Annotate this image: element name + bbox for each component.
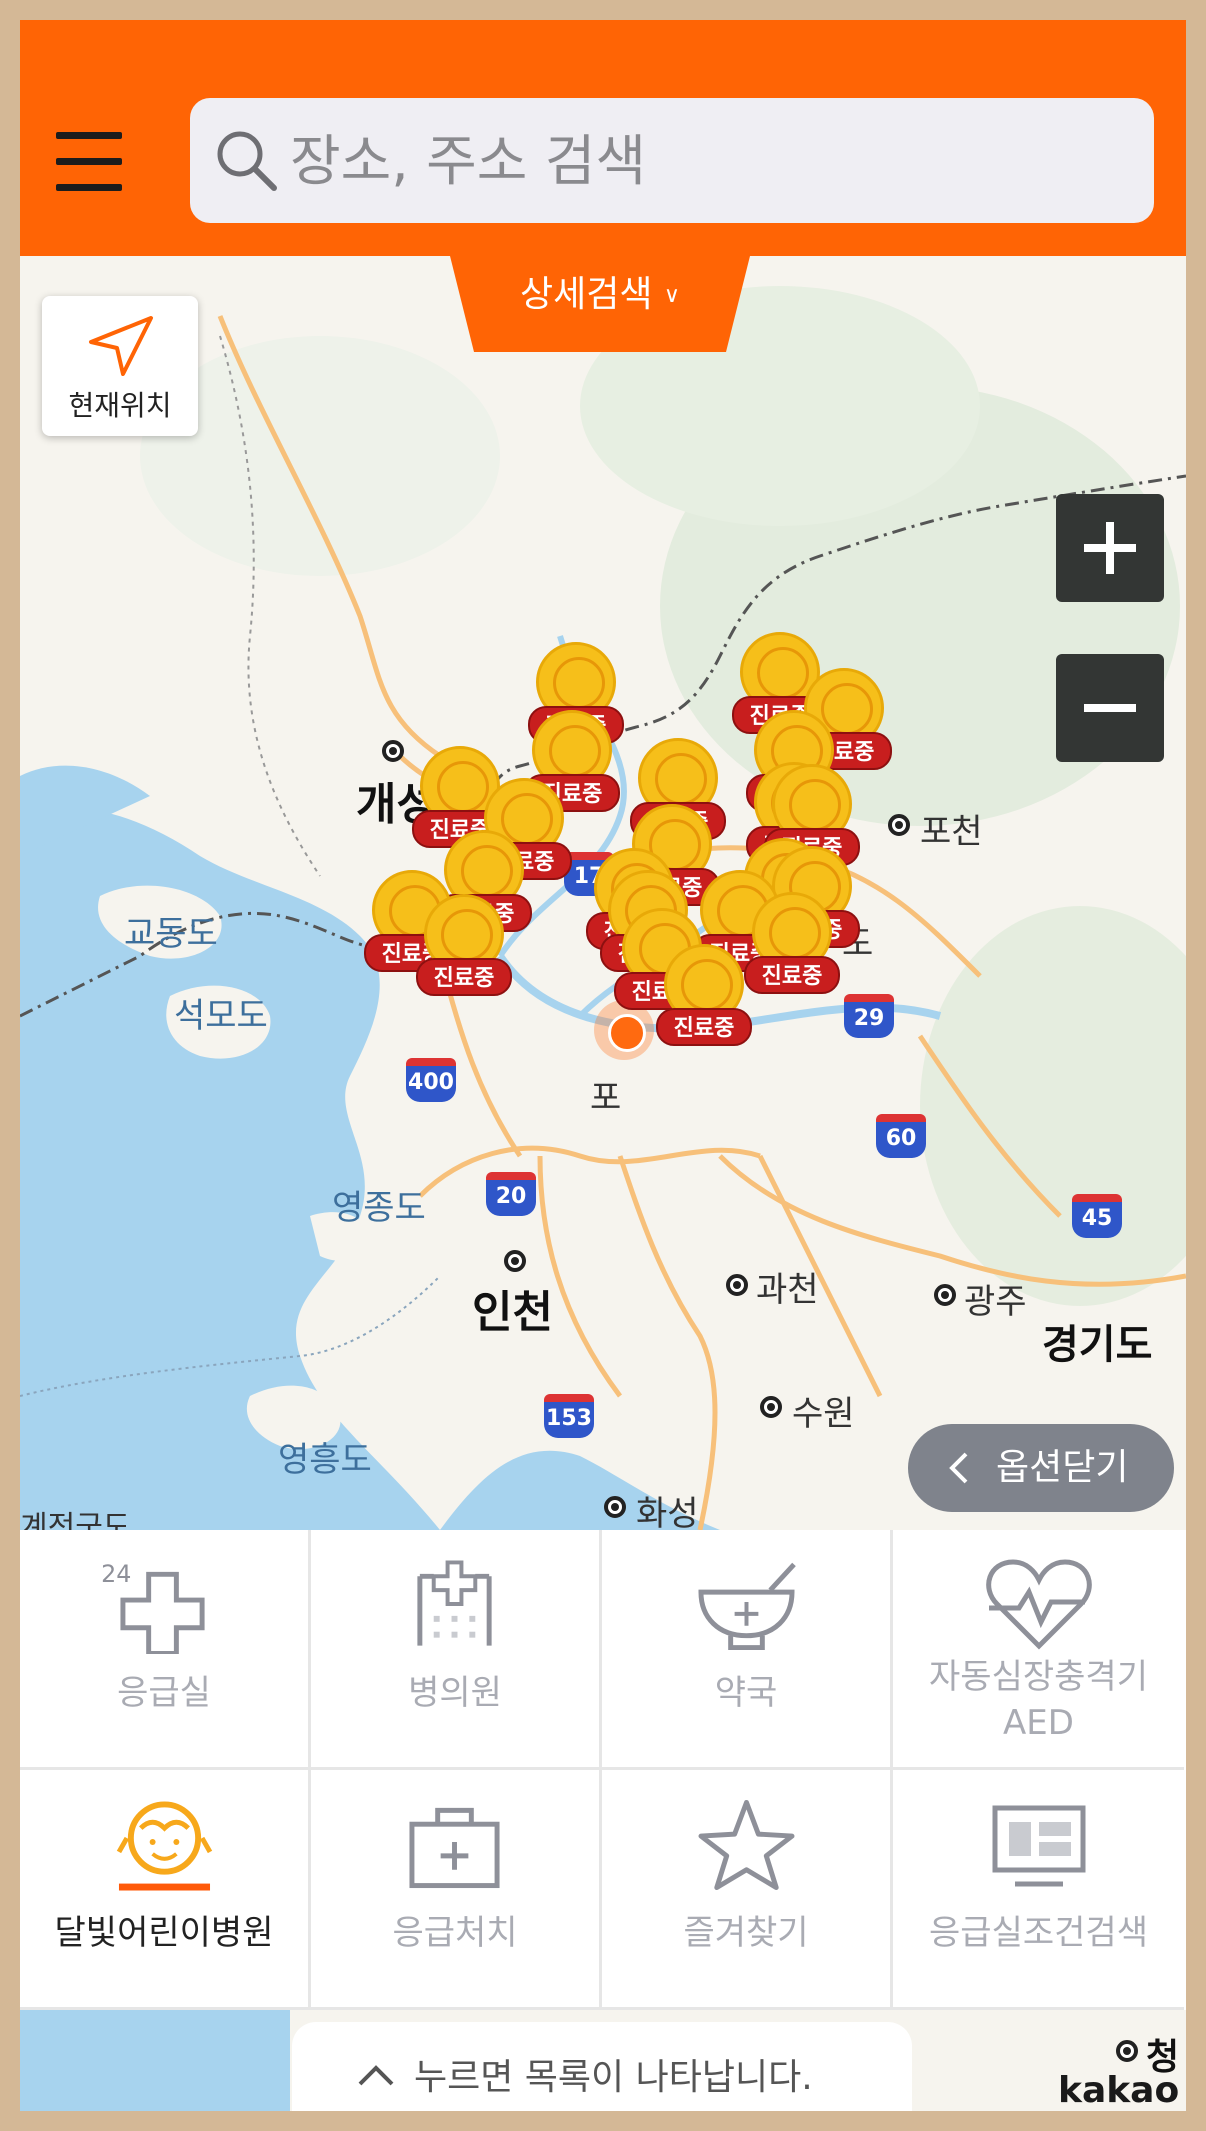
menu-item-aed[interactable]: 자동심장충격기 AED	[893, 1530, 1184, 1770]
map-label-suwon: 수원	[792, 1394, 855, 1434]
monitor-icon	[992, 1805, 1086, 1887]
navigation-arrow-icon	[89, 316, 153, 376]
svg-text:24: 24	[101, 1560, 131, 1588]
options-close-button[interactable]: 옵션닫기	[908, 1424, 1174, 1512]
zoom-out-button[interactable]	[1056, 654, 1164, 762]
chevron-up-icon	[358, 2065, 394, 2086]
city-dot	[934, 1284, 956, 1306]
header	[20, 20, 1186, 256]
menu-item-emergency-room[interactable]: 24 응급실	[20, 1530, 311, 1770]
moonlight-hospital-marker[interactable]: 진료중	[656, 944, 752, 1064]
city-dot	[604, 1496, 626, 1518]
marker-status-tag: 진료중	[744, 956, 840, 994]
menu-item-label: 자동심장충격기 AED	[929, 1657, 1148, 1743]
chevron-down-icon: ∨	[663, 283, 681, 308]
menu-item-favorites[interactable]: 즐겨찾기	[602, 1770, 893, 2010]
menu-item-label: 약국	[714, 1673, 778, 1713]
heart-pulse-icon	[986, 1559, 1092, 1650]
moonlight-child-icon	[116, 1801, 213, 1891]
route-shield: 153	[544, 1394, 594, 1438]
city-dot	[382, 740, 404, 762]
current-location-button[interactable]: 현재위치	[42, 296, 198, 436]
options-close-label: 옵션닫기	[996, 1447, 1129, 1488]
map-label-incheon: 인천	[472, 1287, 553, 1338]
pharmacy-icon	[698, 1562, 796, 1651]
route-shield: 45	[1072, 1194, 1122, 1238]
menu-item-hospital[interactable]: 병의원	[311, 1530, 602, 1770]
map-label-partial: 계전군도	[20, 1510, 131, 1530]
plus-icon	[1084, 522, 1136, 574]
menu-item-label: 응급실	[117, 1673, 211, 1713]
map-label-gwacheon: 과천	[756, 1270, 819, 1310]
category-menu: 24 응급실 병의원 약국 자동심장충격기 AED 달빛어린이병원 응급처치 즐…	[20, 1530, 1186, 2010]
zoom-in-button[interactable]	[1056, 494, 1164, 602]
marker-status-tag: 진료중	[416, 958, 512, 996]
menu-item-label: 달빛어린이병원	[54, 1913, 274, 1953]
map-label-seokmodo: 석모도	[174, 996, 268, 1036]
search-bar[interactable]	[190, 98, 1154, 223]
city-dot	[726, 1274, 748, 1296]
moonlight-hospital-marker[interactable]: 진료중	[744, 892, 840, 1012]
menu-item-label: 응급처치	[392, 1913, 518, 1953]
map-label-yeongjongdo: 영종도	[332, 1188, 426, 1228]
map-label-gwangju: 광주	[964, 1282, 1027, 1322]
menu-item-label: 즐겨찾기	[683, 1913, 809, 1953]
city-dot	[504, 1250, 526, 1272]
hospital-icon	[417, 1560, 492, 1646]
route-shield: 60	[876, 1114, 926, 1158]
current-location-label: 현재위치	[68, 389, 172, 422]
detail-search-label: 상세검색	[519, 274, 653, 315]
map-label-gimpo: 포	[590, 1078, 622, 1118]
route-shield: 400	[406, 1058, 456, 1102]
map-label-hwaseong: 화성	[636, 1494, 699, 1530]
menu-item-first-aid[interactable]: 응급처치	[311, 1770, 602, 2010]
marker-status-tag: 진료중	[656, 1008, 752, 1046]
hamburger-icon[interactable]	[56, 132, 126, 192]
city-dot	[760, 1396, 782, 1418]
map[interactable]: 개성 포천 교동도 석모도 인천 과천 광주 경기도 수원 영흥도 화성 영종도…	[20, 256, 1186, 1530]
menu-item-er-condition-search[interactable]: 응급실조건검색	[893, 1770, 1184, 2010]
route-shield: 20	[486, 1172, 536, 1216]
menu-item-label: 응급실조건검색	[929, 1913, 1148, 1953]
kakao-logo: kakao	[1058, 2070, 1180, 2111]
emergency-24-cross-icon: 24	[101, 1560, 205, 1654]
star-icon	[698, 1799, 795, 1891]
city-dot	[1116, 2040, 1138, 2062]
map-label-yeongheungdo: 영흥도	[278, 1440, 372, 1480]
route-shield: 29	[844, 994, 894, 1038]
map-label-pocheon: 포천	[920, 812, 983, 852]
menu-item-pharmacy[interactable]: 약국	[602, 1530, 893, 1770]
app: 개성 포천 교동도 석모도 인천 과천 광주 경기도 수원 영흥도 화성 영종도…	[20, 20, 1186, 2111]
map-label-gyeonggido: 경기도	[1042, 1322, 1153, 1368]
map-label-gyodongdo: 교동도	[124, 914, 218, 954]
chevron-left-icon	[949, 1452, 968, 1484]
search-input[interactable]	[290, 118, 1130, 203]
city-dot	[888, 814, 910, 836]
menu-item-moonlight-child-hospital[interactable]: 달빛어린이병원	[20, 1770, 311, 2010]
search-icon	[217, 131, 277, 191]
minus-icon	[1084, 704, 1136, 712]
show-list-bar[interactable]: 누르면 목록이 나타납니다.	[292, 2022, 912, 2111]
moonlight-hospital-marker[interactable]: 진료중	[416, 894, 512, 1014]
menu-item-label: 병의원	[408, 1673, 502, 1713]
first-aid-kit-icon	[409, 1807, 500, 1889]
detail-search-tab[interactable]: 상세검색 ∨	[450, 256, 750, 352]
show-list-label: 누르면 목록이 나타납니다.	[414, 2057, 813, 2098]
